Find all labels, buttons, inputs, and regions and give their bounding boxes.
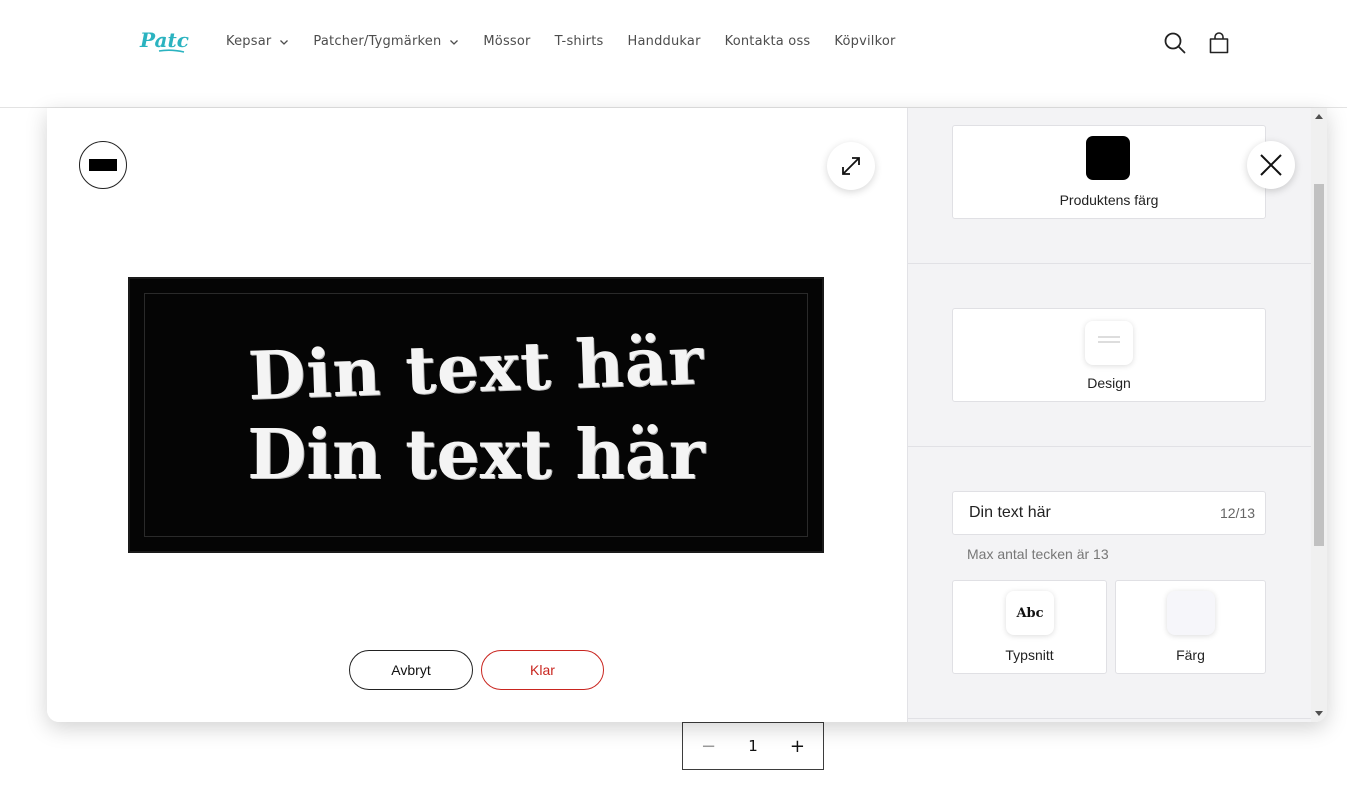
text-field[interactable]: 12/13 [952,491,1266,535]
nav-item-label: Handdukar [627,34,701,49]
design-option[interactable]: Design [952,308,1266,402]
main-nav: Kepsar Patcher/Tygmärken Mössor T-shirts Han… [226,34,920,49]
cart-icon[interactable] [1206,30,1232,56]
chevron-down-icon [280,39,289,45]
nav-item-handdukar[interactable]: Handdukar [628,34,701,49]
design-label: Design [1087,375,1131,391]
close-icon [1260,154,1282,176]
text-color-label: Färg [1176,647,1205,663]
nav-item-label: Köpvilkor [834,34,896,49]
close-button[interactable] [1247,141,1295,189]
logo-mark: Patch [139,28,203,53]
nav-item-label: Mössor [483,34,531,49]
max-chars-hint: Max antal tecken är 13 [967,546,1109,562]
nav-item-mössor[interactable]: Mössor [483,34,530,49]
product-color-label: Produktens färg [1059,192,1159,208]
patch-preview[interactable]: Din text här Din text här [128,277,824,553]
product-color-swatch [1086,136,1130,180]
cancel-button[interactable]: Avbryt [349,650,473,690]
product-color-option[interactable]: Produktens färg [952,125,1266,219]
text-color-option[interactable]: Färg [1115,580,1266,674]
logo[interactable]: Patch [139,26,203,58]
expand-icon [842,157,860,175]
chevron-down-icon [450,39,459,45]
char-counter: 12/13 [1219,505,1255,521]
nav-item-label: Patcher/Tygmärken [313,34,442,49]
divider [908,263,1312,264]
scroll-up-arrow[interactable] [1315,114,1323,119]
layer-icon [89,159,117,171]
quantity-increase-button[interactable]: + [790,736,805,757]
text-input[interactable] [969,504,1189,522]
options-panel: Produktens färg Design 12/13 Max antal t… [907,108,1312,722]
quantity-decrease-button[interactable]: − [701,736,716,757]
patch-text-line-2[interactable]: Din text här [130,415,822,495]
scroll-thumb[interactable] [1314,184,1324,546]
scroll-down-arrow[interactable] [1315,711,1323,716]
font-option[interactable]: Abc Typsnitt [952,580,1107,674]
divider [908,718,1312,719]
preview-area: Din text här Din text här Avbryt Klar [47,108,907,722]
design-thumbnail [1085,321,1133,365]
quantity-value[interactable]: 1 [748,737,758,755]
search-icon[interactable] [1162,30,1188,56]
nav-item-kontakta-oss[interactable]: Kontakta oss [725,34,811,49]
divider [908,446,1312,447]
quantity-stepper[interactable]: − 1 + [682,722,824,770]
nav-item-t-shirts[interactable]: T-shirts [555,34,604,49]
font-thumbnail: Abc [1006,591,1054,635]
nav-item-köpvilkor[interactable]: Köpvilkor [834,34,895,49]
font-label: Typsnitt [1005,647,1054,663]
fullscreen-button[interactable] [827,142,875,190]
layer-toggle-button[interactable] [79,141,127,189]
nav-item-kepsar[interactable]: Kepsar [226,34,289,49]
nav-item-label: Kepsar [226,34,272,49]
logo-text: Patch [139,28,189,52]
site-header: Patch Kepsar Patcher/Tygmärken Mössor T-shi… [0,0,1347,108]
nav-item-label: T-shirts [554,34,604,49]
panel-scrollbar[interactable] [1311,108,1327,722]
customizer-modal: Din text här Din text här Avbryt Klar Pr… [47,108,1327,722]
done-button[interactable]: Klar [481,650,604,690]
nav-item-patcher-tygmärken[interactable]: Patcher/Tygmärken [313,34,459,49]
nav-item-label: Kontakta oss [724,34,811,49]
font-sample: Abc [1016,605,1044,621]
text-color-swatch [1167,591,1215,635]
